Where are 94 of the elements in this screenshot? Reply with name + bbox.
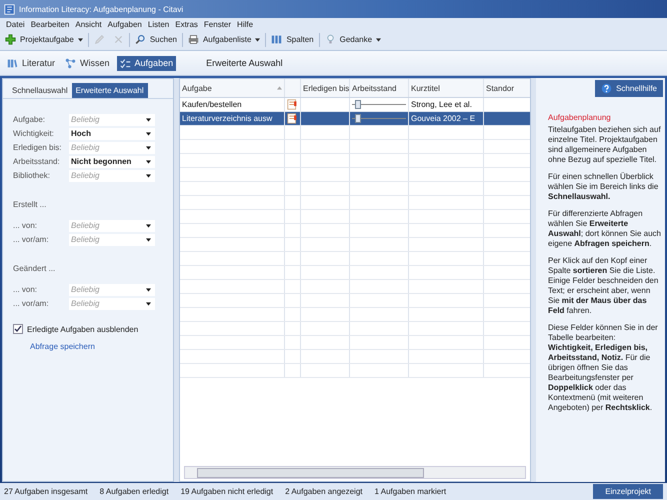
filter-label: ... vor/am: [13,299,50,308]
table-cell: Strong, Lee et al. [409,98,484,111]
nodes-icon [65,58,76,68]
nav-tab[interactable]: Wissen [62,56,113,70]
dropdown-arrow-icon [146,174,151,178]
filter-dropdown[interactable]: Beliebig [69,298,155,310]
save-query-link[interactable]: Abfrage speichern [30,342,95,351]
filter-dropdown[interactable]: Beliebig [69,284,155,296]
help-icon [601,83,612,94]
note-icon [287,113,298,124]
dropdown-arrow-icon [146,238,151,242]
help-button[interactable]: Schnellhilfe [595,80,663,97]
dropdown-arrow-icon [146,224,151,228]
filter-label: Aufgabe: [13,115,46,124]
search-icon [134,34,146,45]
menu-item[interactable]: Aufgaben [108,20,142,29]
menu-item[interactable]: Datei [6,20,25,29]
filter-label: ... von: [13,285,38,294]
filter-dropdown[interactable]: Beliebig [69,234,155,246]
column-header[interactable]: Kurztitel [409,79,484,97]
menu-item[interactable]: Hilfe [237,20,254,29]
dropdown-arrow-icon [146,132,151,136]
filter-dropdown[interactable]: Beliebig [69,114,155,126]
close-icon [112,34,124,45]
filter-label: Arbeitsstand: [13,157,61,166]
status-text: 1 Aufgaben markiert [374,487,446,496]
filter-tab[interactable]: Erweiterte Auswahl [72,83,148,98]
checkbox-label: Erledigte Aufgaben ausblenden [27,324,138,334]
splitter-handle[interactable] [531,78,536,482]
checklist-icon [120,58,131,68]
horizontal-scrollbar[interactable] [184,466,526,479]
column-header[interactable]: Arbeitsstand [350,79,409,97]
filter-label: ... vor/am: [13,235,50,244]
filter-label: Erledigen bis: [13,143,62,152]
table-cell: Kaufen/bestellen [180,98,285,111]
filter-label: ... von: [13,221,38,230]
toolbar-button[interactable]: Spalten [268,32,317,47]
window-title: Information Literacy: Aufgabenplanung - Citavi [19,4,184,14]
status-text: 19 Aufgaben nicht erledigt [180,487,274,496]
help-title: Aufgabenplanung [548,113,612,122]
dropdown-arrow-icon [146,288,151,292]
checkbox[interactable] [13,324,23,334]
filter-dropdown[interactable]: Hoch [69,128,155,140]
splitter-handle[interactable] [174,78,179,482]
filter-label: Bibliothek: [13,171,51,180]
column-header[interactable]: Erledigen bis [301,79,350,97]
menu-item[interactable]: Extras [175,20,198,29]
menu-item[interactable]: Bearbeiten [30,20,70,29]
toolbar-button[interactable]: Suchen [132,32,180,47]
slider-thumb[interactable] [354,114,361,123]
pencil-icon [94,34,105,45]
nav-tab[interactable]: Aufgaben [116,56,176,70]
slider-thumb[interactable] [354,100,361,109]
filter-dropdown[interactable]: Nicht begonnen [69,156,155,168]
table-cell: Gouveia 2002 – E [409,112,484,125]
column-header[interactable]: Standor [484,79,524,97]
dropdown-arrow-icon [146,118,151,122]
help-paragraph: Diese Felder können Sie in der Tabelle bearbeiten: Wichtigkeit, Erledigen bis, Arbeitsstand, Notiz. Für die übrigen öffnen Sie das Bearbeitungsfenster per Doppelklick oder das Kontextmenü (mit weiteren Angeboten) per Rechtsklick. [548,323,659,413]
section-heading: Geändert ... [13,264,56,273]
dropdown-arrow-icon [146,160,151,164]
toolbar-button[interactable]: Projektaufgabe [2,32,86,47]
sort-arrow-icon [277,86,282,90]
printer-icon [188,34,199,45]
toolbar-button[interactable]: Gedanke [322,32,384,47]
project-button[interactable]: Einzelprojekt [593,484,663,499]
bulb-icon [324,34,336,45]
menu-item[interactable]: Ansicht [75,20,102,29]
view-title: Erweiterte Auswahl [206,58,283,68]
status-text: 2 Aufgaben angezeigt [285,487,362,496]
filter-dropdown[interactable]: Beliebig [69,142,155,154]
filter-label: Wichtigkeit: [13,129,55,138]
filter-dropdown[interactable]: Beliebig [69,220,155,232]
table-row[interactable]: Literaturverzeichnis ausw Gouveia 2002 – E [180,112,530,126]
help-paragraph: Per Klick auf den Kopf einer Spalte sortieren Sie die Liste. Einige Felder beschneiden den Text; er erscheint aber, wenn Sie mit der Maus über das Feld fahren. [548,256,660,316]
status-text: 8 Aufgaben erledigt [100,487,169,496]
dropdown-arrow-icon [146,146,151,150]
section-heading: Erstellt ... [13,200,48,209]
help-paragraph: Für einen schnellen Überblick wählen Sie im Bereich links die Schnellauswahl. [548,172,660,202]
status-text: 27 Aufgaben insgesamt [4,487,88,496]
menu-item[interactable]: Fenster [204,20,232,29]
toolbar-button[interactable]: Aufgabenliste [184,32,264,47]
column-header[interactable]: Aufgabe [180,79,285,97]
nav-tab[interactable]: Literatur [4,56,58,70]
filter-dropdown[interactable]: Beliebig [69,170,155,182]
help-paragraph: Für differenzierte Abfragen wählen Sie Erweiterte Auswahl; dort können Sie auch eigene Abfragen speichern. [548,209,661,249]
dropdown-arrow-icon [146,302,151,306]
table-cell: Literaturverzeichnis ausw [180,112,285,125]
help-paragraph: Titelaufgaben beziehen sich auf einzelne Titel. Projektaufgaben sind allgemeinere Aufgaben ohne Bezug auf spezielle Titel. [548,125,661,165]
menu-item[interactable]: Listen [148,20,170,29]
app-icon [4,4,15,14]
filter-tab[interactable]: Schnellauswahl [8,83,72,98]
columns-icon [271,34,282,45]
plus-icon [5,34,16,45]
books-icon [7,58,18,68]
